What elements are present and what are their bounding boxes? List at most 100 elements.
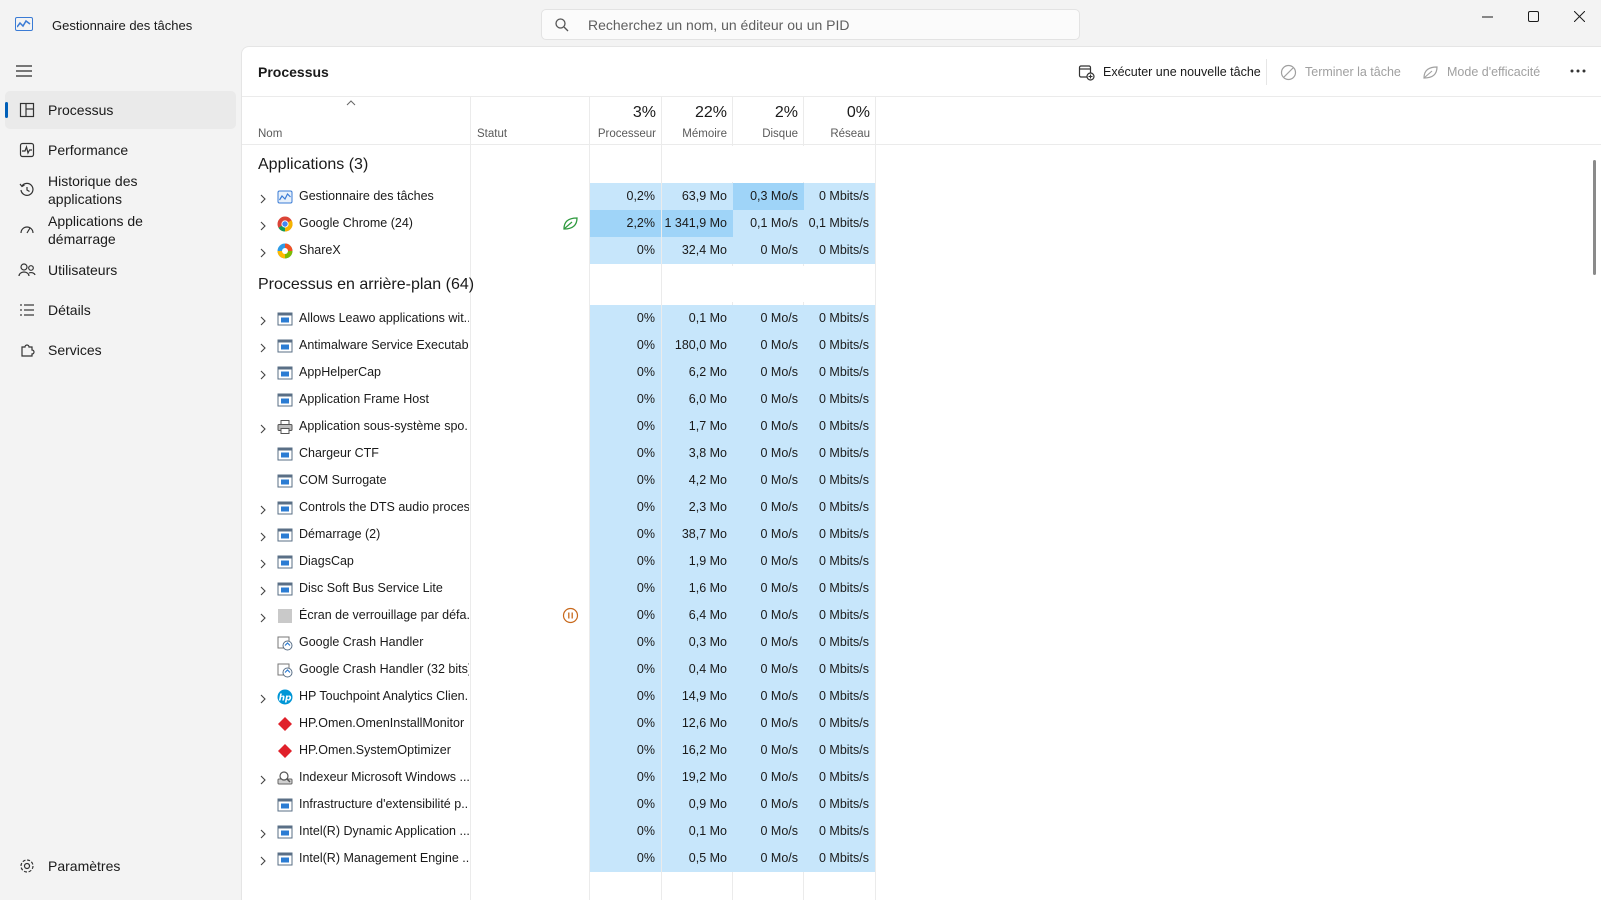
search-box[interactable] — [541, 9, 1080, 40]
run-new-task-button[interactable]: Exécuter une nouvelle tâche — [1078, 61, 1261, 83]
memory-value: 180,0 Mo — [662, 332, 733, 359]
main-panel: Processus Exécuter une nouvelle tâche Te… — [241, 46, 1601, 900]
chevron-right-icon[interactable] — [259, 340, 267, 353]
process-name: Google Crash Handler — [299, 635, 424, 649]
table-row[interactable]: HP.Omen.SystemOptimizer 0% 16,2 Mo 0 Mo/s 0 … — [242, 737, 1601, 764]
table-row[interactable]: AppHelperCap 0% 6,2 Mo 0 Mo/s 0 Mbits/s — [242, 359, 1601, 386]
table-row[interactable]: Allows Leawo applications wit... 0% 0,1 Mo… — [242, 305, 1601, 332]
window-icon — [277, 581, 293, 597]
sidebar-item-label: Applications de démarrage — [48, 213, 143, 247]
table-row[interactable]: Intel(R) Dynamic Application ... 0% 0,1 Mo… — [242, 818, 1601, 845]
network-value: 0 Mbits/s — [804, 237, 875, 264]
close-icon — [1573, 10, 1585, 22]
table-row[interactable]: Application Frame Host 0% 6,0 Mo 0 Mo/s 0 Mb… — [242, 386, 1601, 413]
minimize-button[interactable] — [1464, 0, 1510, 32]
column-label: Réseau — [830, 128, 870, 140]
efficiency-mode-button[interactable]: Mode d'efficacité — [1422, 61, 1540, 83]
chevron-right-icon[interactable] — [259, 556, 267, 569]
table-row[interactable]: Indexeur Microsoft Windows ... 0% 19,2 Mo 0… — [242, 764, 1601, 791]
table-row[interactable]: Google Crash Handler 0% 0,3 Mo 0 Mo/s 0 Mbit… — [242, 629, 1601, 656]
group-header[interactable]: Applications (3) — [242, 146, 1601, 182]
chevron-right-icon[interactable] — [259, 313, 267, 326]
chevron-right-icon[interactable] — [259, 853, 267, 866]
table-row[interactable]: COM Surrogate 0% 4,2 Mo 0 Mo/s 0 Mbits/s — [242, 467, 1601, 494]
table-row[interactable]: Application sous-système spo... 0% 1,7 Mo 0… — [242, 413, 1601, 440]
process-list: Applications (3) Gestionnaire des tâches 0… — [242, 146, 1601, 900]
process-name: Écran de verrouillage par défa... — [299, 608, 469, 622]
chevron-right-icon[interactable] — [259, 826, 267, 839]
chevron-right-icon[interactable] — [259, 367, 267, 380]
search-input[interactable] — [588, 10, 1068, 39]
close-button[interactable] — [1556, 0, 1601, 32]
cpu-total: 3% — [632, 104, 656, 121]
table-row[interactable]: HP.Omen.OmenInstallMonitor 0% 12,6 Mo 0 Mo/… — [242, 710, 1601, 737]
puzzle-icon — [17, 340, 37, 360]
vertical-scrollbar[interactable] — [1593, 160, 1596, 275]
sidebar-item-performance[interactable]: Performance — [5, 131, 236, 169]
chevron-right-icon[interactable] — [259, 245, 267, 258]
table-row[interactable]: Gestionnaire des tâches 0,2% 63,9 Mo 0,3 Mo… — [242, 183, 1601, 210]
column-header-name[interactable]: Nom — [242, 97, 470, 145]
sidebar-item-processus[interactable]: Processus — [5, 91, 236, 129]
group-header[interactable]: Processus en arrière-plan (64) — [242, 266, 1601, 302]
disk-value: 0 Mo/s — [733, 237, 804, 264]
chevron-right-icon[interactable] — [259, 191, 267, 204]
omen-icon — [277, 716, 293, 732]
table-row[interactable]: ShareX 0% 32,4 Mo 0 Mo/s 0 Mbits/s — [242, 237, 1601, 264]
table-row[interactable]: Google Crash Handler (32 bits) 0% 0,4 Mo 0 … — [242, 656, 1601, 683]
chevron-right-icon[interactable] — [259, 421, 267, 434]
maximize-button[interactable] — [1510, 0, 1556, 32]
sidebar-item-details[interactable]: Détails — [5, 291, 236, 329]
column-header-memory[interactable]: 22% Mémoire — [662, 97, 733, 145]
table-row[interactable]: Écran de verrouillage par défa... 0% 6,4 M… — [242, 602, 1601, 629]
table-row[interactable]: Chargeur CTF 0% 3,8 Mo 0 Mo/s 0 Mbits/s — [242, 440, 1601, 467]
column-header-status[interactable]: Statut — [471, 97, 590, 145]
disk-value: 0 Mo/s — [733, 737, 804, 764]
disk-value: 0 Mo/s — [733, 575, 804, 602]
chevron-right-icon[interactable] — [259, 610, 267, 623]
chevron-right-icon[interactable] — [259, 583, 267, 596]
chevron-right-icon[interactable] — [259, 529, 267, 542]
more-options-icon[interactable] — [1570, 69, 1586, 73]
process-name: Google Crash Handler (32 bits) — [299, 662, 469, 676]
sidebar-item-users[interactable]: Utilisateurs — [5, 251, 236, 289]
table-row[interactable]: Démarrage (2) 0% 38,7 Mo 0 Mo/s 0 Mbits/s — [242, 521, 1601, 548]
cpu-value: 0% — [590, 413, 661, 440]
sidebar-item-settings[interactable]: Paramètres — [5, 847, 236, 885]
chevron-right-icon[interactable] — [259, 218, 267, 231]
table-row[interactable]: hp HP Touchpoint Analytics Clien... 0% 14,9… — [242, 683, 1601, 710]
cpu-value: 0% — [590, 359, 661, 386]
sidebar-item-label: Processus — [48, 102, 114, 118]
end-task-label: Terminer la tâche — [1305, 65, 1401, 79]
table-row[interactable]: Intel(R) Management Engine ... 0% 0,5 Mo 0 … — [242, 845, 1601, 872]
disk-value: 0 Mo/s — [733, 521, 804, 548]
chevron-right-icon[interactable] — [259, 502, 267, 515]
network-value: 0 Mbits/s — [804, 818, 875, 845]
cpu-value: 0% — [590, 818, 661, 845]
window-icon — [277, 446, 293, 462]
sidebar-item-services[interactable]: Services — [5, 331, 236, 369]
chevron-right-icon[interactable] — [259, 772, 267, 785]
process-name: HP Touchpoint Analytics Clien... — [299, 689, 469, 703]
sidebar-item-startup[interactable]: Applications de démarrage — [5, 211, 236, 249]
network-value: 0,1 Mbits/s — [804, 210, 875, 237]
table-row[interactable]: Infrastructure d'extensibilité p... 0% 0,9… — [242, 791, 1601, 818]
table-row[interactable]: Disc Soft Bus Service Lite 0% 1,6 Mo 0 Mo/s… — [242, 575, 1601, 602]
leaf-icon — [1423, 65, 1438, 79]
table-row[interactable]: DiagsCap 0% 1,9 Mo 0 Mo/s 0 Mbits/s — [242, 548, 1601, 575]
network-value: 0 Mbits/s — [804, 791, 875, 818]
column-header-network[interactable]: 0% Réseau — [804, 97, 876, 145]
column-header-cpu[interactable]: 3% Processeur — [590, 97, 662, 145]
sidebar-item-history[interactable]: Historique des applications — [5, 171, 236, 209]
memory-value: 1,9 Mo — [662, 548, 733, 575]
column-header-disk[interactable]: 2% Disque — [733, 97, 804, 145]
table-row[interactable]: Antimalware Service Executable 0% 180,0 Mo… — [242, 332, 1601, 359]
end-task-button[interactable]: Terminer la tâche — [1280, 61, 1401, 83]
users-icon — [17, 260, 37, 280]
table-row[interactable]: Controls the DTS audio proces... 0% 2,3 Mo… — [242, 494, 1601, 521]
chevron-right-icon[interactable] — [259, 691, 267, 704]
hamburger-menu-icon[interactable] — [14, 62, 34, 80]
table-row[interactable]: Google Chrome (24) 2,2% 1 341,9 Mo 0,1 Mo/s… — [242, 210, 1601, 237]
memory-value: 1,7 Mo — [662, 413, 733, 440]
pause-icon — [562, 607, 579, 624]
